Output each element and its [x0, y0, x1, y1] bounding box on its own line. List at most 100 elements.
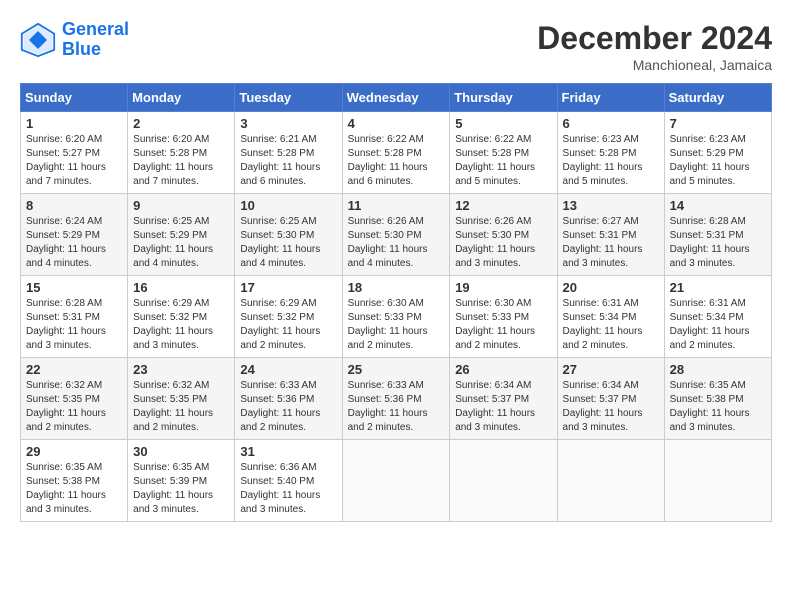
calendar-week-row: 8 Sunrise: 6:24 AM Sunset: 5:29 PM Dayli…	[21, 194, 772, 276]
day-info: Sunrise: 6:22 AM Sunset: 5:28 PM Dayligh…	[348, 133, 445, 189]
day-number: 22	[26, 362, 122, 377]
col-thursday: Thursday	[450, 84, 557, 112]
calendar-cell: 24 Sunrise: 6:33 AM Sunset: 5:36 PM Dayl…	[235, 358, 342, 440]
day-info: Sunrise: 6:26 AM Sunset: 5:30 PM Dayligh…	[348, 215, 445, 271]
day-info: Sunrise: 6:28 AM Sunset: 5:31 PM Dayligh…	[26, 297, 122, 353]
day-number: 31	[240, 444, 336, 459]
calendar-cell: 5 Sunrise: 6:22 AM Sunset: 5:28 PM Dayli…	[450, 112, 557, 194]
day-info: Sunrise: 6:23 AM Sunset: 5:28 PM Dayligh…	[563, 133, 659, 189]
calendar-cell: 25 Sunrise: 6:33 AM Sunset: 5:36 PM Dayl…	[342, 358, 450, 440]
day-info: Sunrise: 6:32 AM Sunset: 5:35 PM Dayligh…	[133, 379, 229, 435]
day-info: Sunrise: 6:24 AM Sunset: 5:29 PM Dayligh…	[26, 215, 122, 271]
day-number: 5	[455, 116, 551, 131]
day-number: 12	[455, 198, 551, 213]
calendar-cell: 17 Sunrise: 6:29 AM Sunset: 5:32 PM Dayl…	[235, 276, 342, 358]
day-info: Sunrise: 6:31 AM Sunset: 5:34 PM Dayligh…	[670, 297, 766, 353]
day-info: Sunrise: 6:22 AM Sunset: 5:28 PM Dayligh…	[455, 133, 551, 189]
day-info: Sunrise: 6:29 AM Sunset: 5:32 PM Dayligh…	[240, 297, 336, 353]
calendar-cell: 14 Sunrise: 6:28 AM Sunset: 5:31 PM Dayl…	[664, 194, 771, 276]
day-info: Sunrise: 6:27 AM Sunset: 5:31 PM Dayligh…	[563, 215, 659, 271]
day-info: Sunrise: 6:34 AM Sunset: 5:37 PM Dayligh…	[563, 379, 659, 435]
day-number: 21	[670, 280, 766, 295]
calendar-cell: 11 Sunrise: 6:26 AM Sunset: 5:30 PM Dayl…	[342, 194, 450, 276]
calendar-cell	[664, 440, 771, 522]
calendar-week-row: 29 Sunrise: 6:35 AM Sunset: 5:38 PM Dayl…	[21, 440, 772, 522]
calendar-cell: 3 Sunrise: 6:21 AM Sunset: 5:28 PM Dayli…	[235, 112, 342, 194]
page-header: General Blue December 2024 Manchioneal, …	[20, 20, 772, 73]
col-tuesday: Tuesday	[235, 84, 342, 112]
day-number: 10	[240, 198, 336, 213]
day-info: Sunrise: 6:35 AM Sunset: 5:39 PM Dayligh…	[133, 461, 229, 517]
calendar-cell: 26 Sunrise: 6:34 AM Sunset: 5:37 PM Dayl…	[450, 358, 557, 440]
calendar-cell: 13 Sunrise: 6:27 AM Sunset: 5:31 PM Dayl…	[557, 194, 664, 276]
location-title: Manchioneal, Jamaica	[537, 57, 772, 73]
calendar-table: Sunday Monday Tuesday Wednesday Thursday…	[20, 83, 772, 522]
day-info: Sunrise: 6:34 AM Sunset: 5:37 PM Dayligh…	[455, 379, 551, 435]
day-info: Sunrise: 6:33 AM Sunset: 5:36 PM Dayligh…	[240, 379, 336, 435]
calendar-cell: 18 Sunrise: 6:30 AM Sunset: 5:33 PM Dayl…	[342, 276, 450, 358]
calendar-cell: 19 Sunrise: 6:30 AM Sunset: 5:33 PM Dayl…	[450, 276, 557, 358]
day-number: 3	[240, 116, 336, 131]
day-number: 9	[133, 198, 229, 213]
day-info: Sunrise: 6:31 AM Sunset: 5:34 PM Dayligh…	[563, 297, 659, 353]
col-friday: Friday	[557, 84, 664, 112]
day-info: Sunrise: 6:32 AM Sunset: 5:35 PM Dayligh…	[26, 379, 122, 435]
day-info: Sunrise: 6:28 AM Sunset: 5:31 PM Dayligh…	[670, 215, 766, 271]
calendar-cell: 22 Sunrise: 6:32 AM Sunset: 5:35 PM Dayl…	[21, 358, 128, 440]
calendar-cell: 16 Sunrise: 6:29 AM Sunset: 5:32 PM Dayl…	[128, 276, 235, 358]
day-info: Sunrise: 6:36 AM Sunset: 5:40 PM Dayligh…	[240, 461, 336, 517]
calendar-week-row: 15 Sunrise: 6:28 AM Sunset: 5:31 PM Dayl…	[21, 276, 772, 358]
calendar-cell: 23 Sunrise: 6:32 AM Sunset: 5:35 PM Dayl…	[128, 358, 235, 440]
day-info: Sunrise: 6:30 AM Sunset: 5:33 PM Dayligh…	[348, 297, 445, 353]
day-number: 8	[26, 198, 122, 213]
calendar-cell: 1 Sunrise: 6:20 AM Sunset: 5:27 PM Dayli…	[21, 112, 128, 194]
col-saturday: Saturday	[664, 84, 771, 112]
calendar-cell	[450, 440, 557, 522]
day-number: 25	[348, 362, 445, 377]
day-number: 11	[348, 198, 445, 213]
calendar-cell: 9 Sunrise: 6:25 AM Sunset: 5:29 PM Dayli…	[128, 194, 235, 276]
day-number: 24	[240, 362, 336, 377]
day-info: Sunrise: 6:23 AM Sunset: 5:29 PM Dayligh…	[670, 133, 766, 189]
calendar-cell: 12 Sunrise: 6:26 AM Sunset: 5:30 PM Dayl…	[450, 194, 557, 276]
calendar-week-row: 22 Sunrise: 6:32 AM Sunset: 5:35 PM Dayl…	[21, 358, 772, 440]
calendar-cell: 4 Sunrise: 6:22 AM Sunset: 5:28 PM Dayli…	[342, 112, 450, 194]
col-wednesday: Wednesday	[342, 84, 450, 112]
logo-text: General Blue	[62, 20, 129, 60]
day-number: 27	[563, 362, 659, 377]
day-info: Sunrise: 6:21 AM Sunset: 5:28 PM Dayligh…	[240, 133, 336, 189]
title-block: December 2024 Manchioneal, Jamaica	[537, 20, 772, 73]
calendar-cell: 28 Sunrise: 6:35 AM Sunset: 5:38 PM Dayl…	[664, 358, 771, 440]
day-info: Sunrise: 6:26 AM Sunset: 5:30 PM Dayligh…	[455, 215, 551, 271]
day-info: Sunrise: 6:25 AM Sunset: 5:29 PM Dayligh…	[133, 215, 229, 271]
day-number: 14	[670, 198, 766, 213]
day-info: Sunrise: 6:20 AM Sunset: 5:28 PM Dayligh…	[133, 133, 229, 189]
col-monday: Monday	[128, 84, 235, 112]
day-info: Sunrise: 6:29 AM Sunset: 5:32 PM Dayligh…	[133, 297, 229, 353]
day-number: 2	[133, 116, 229, 131]
calendar-cell: 10 Sunrise: 6:25 AM Sunset: 5:30 PM Dayl…	[235, 194, 342, 276]
day-number: 16	[133, 280, 229, 295]
day-number: 18	[348, 280, 445, 295]
calendar-cell: 8 Sunrise: 6:24 AM Sunset: 5:29 PM Dayli…	[21, 194, 128, 276]
calendar-cell: 29 Sunrise: 6:35 AM Sunset: 5:38 PM Dayl…	[21, 440, 128, 522]
logo-icon	[20, 22, 56, 58]
day-number: 6	[563, 116, 659, 131]
calendar-cell: 2 Sunrise: 6:20 AM Sunset: 5:28 PM Dayli…	[128, 112, 235, 194]
calendar-week-row: 1 Sunrise: 6:20 AM Sunset: 5:27 PM Dayli…	[21, 112, 772, 194]
weekday-header-row: Sunday Monday Tuesday Wednesday Thursday…	[21, 84, 772, 112]
calendar-cell: 31 Sunrise: 6:36 AM Sunset: 5:40 PM Dayl…	[235, 440, 342, 522]
day-info: Sunrise: 6:30 AM Sunset: 5:33 PM Dayligh…	[455, 297, 551, 353]
day-info: Sunrise: 6:33 AM Sunset: 5:36 PM Dayligh…	[348, 379, 445, 435]
day-number: 23	[133, 362, 229, 377]
col-sunday: Sunday	[21, 84, 128, 112]
day-info: Sunrise: 6:20 AM Sunset: 5:27 PM Dayligh…	[26, 133, 122, 189]
day-info: Sunrise: 6:35 AM Sunset: 5:38 PM Dayligh…	[670, 379, 766, 435]
calendar-cell	[342, 440, 450, 522]
day-number: 17	[240, 280, 336, 295]
day-info: Sunrise: 6:35 AM Sunset: 5:38 PM Dayligh…	[26, 461, 122, 517]
day-number: 26	[455, 362, 551, 377]
calendar-cell: 21 Sunrise: 6:31 AM Sunset: 5:34 PM Dayl…	[664, 276, 771, 358]
day-number: 15	[26, 280, 122, 295]
logo: General Blue	[20, 20, 129, 60]
